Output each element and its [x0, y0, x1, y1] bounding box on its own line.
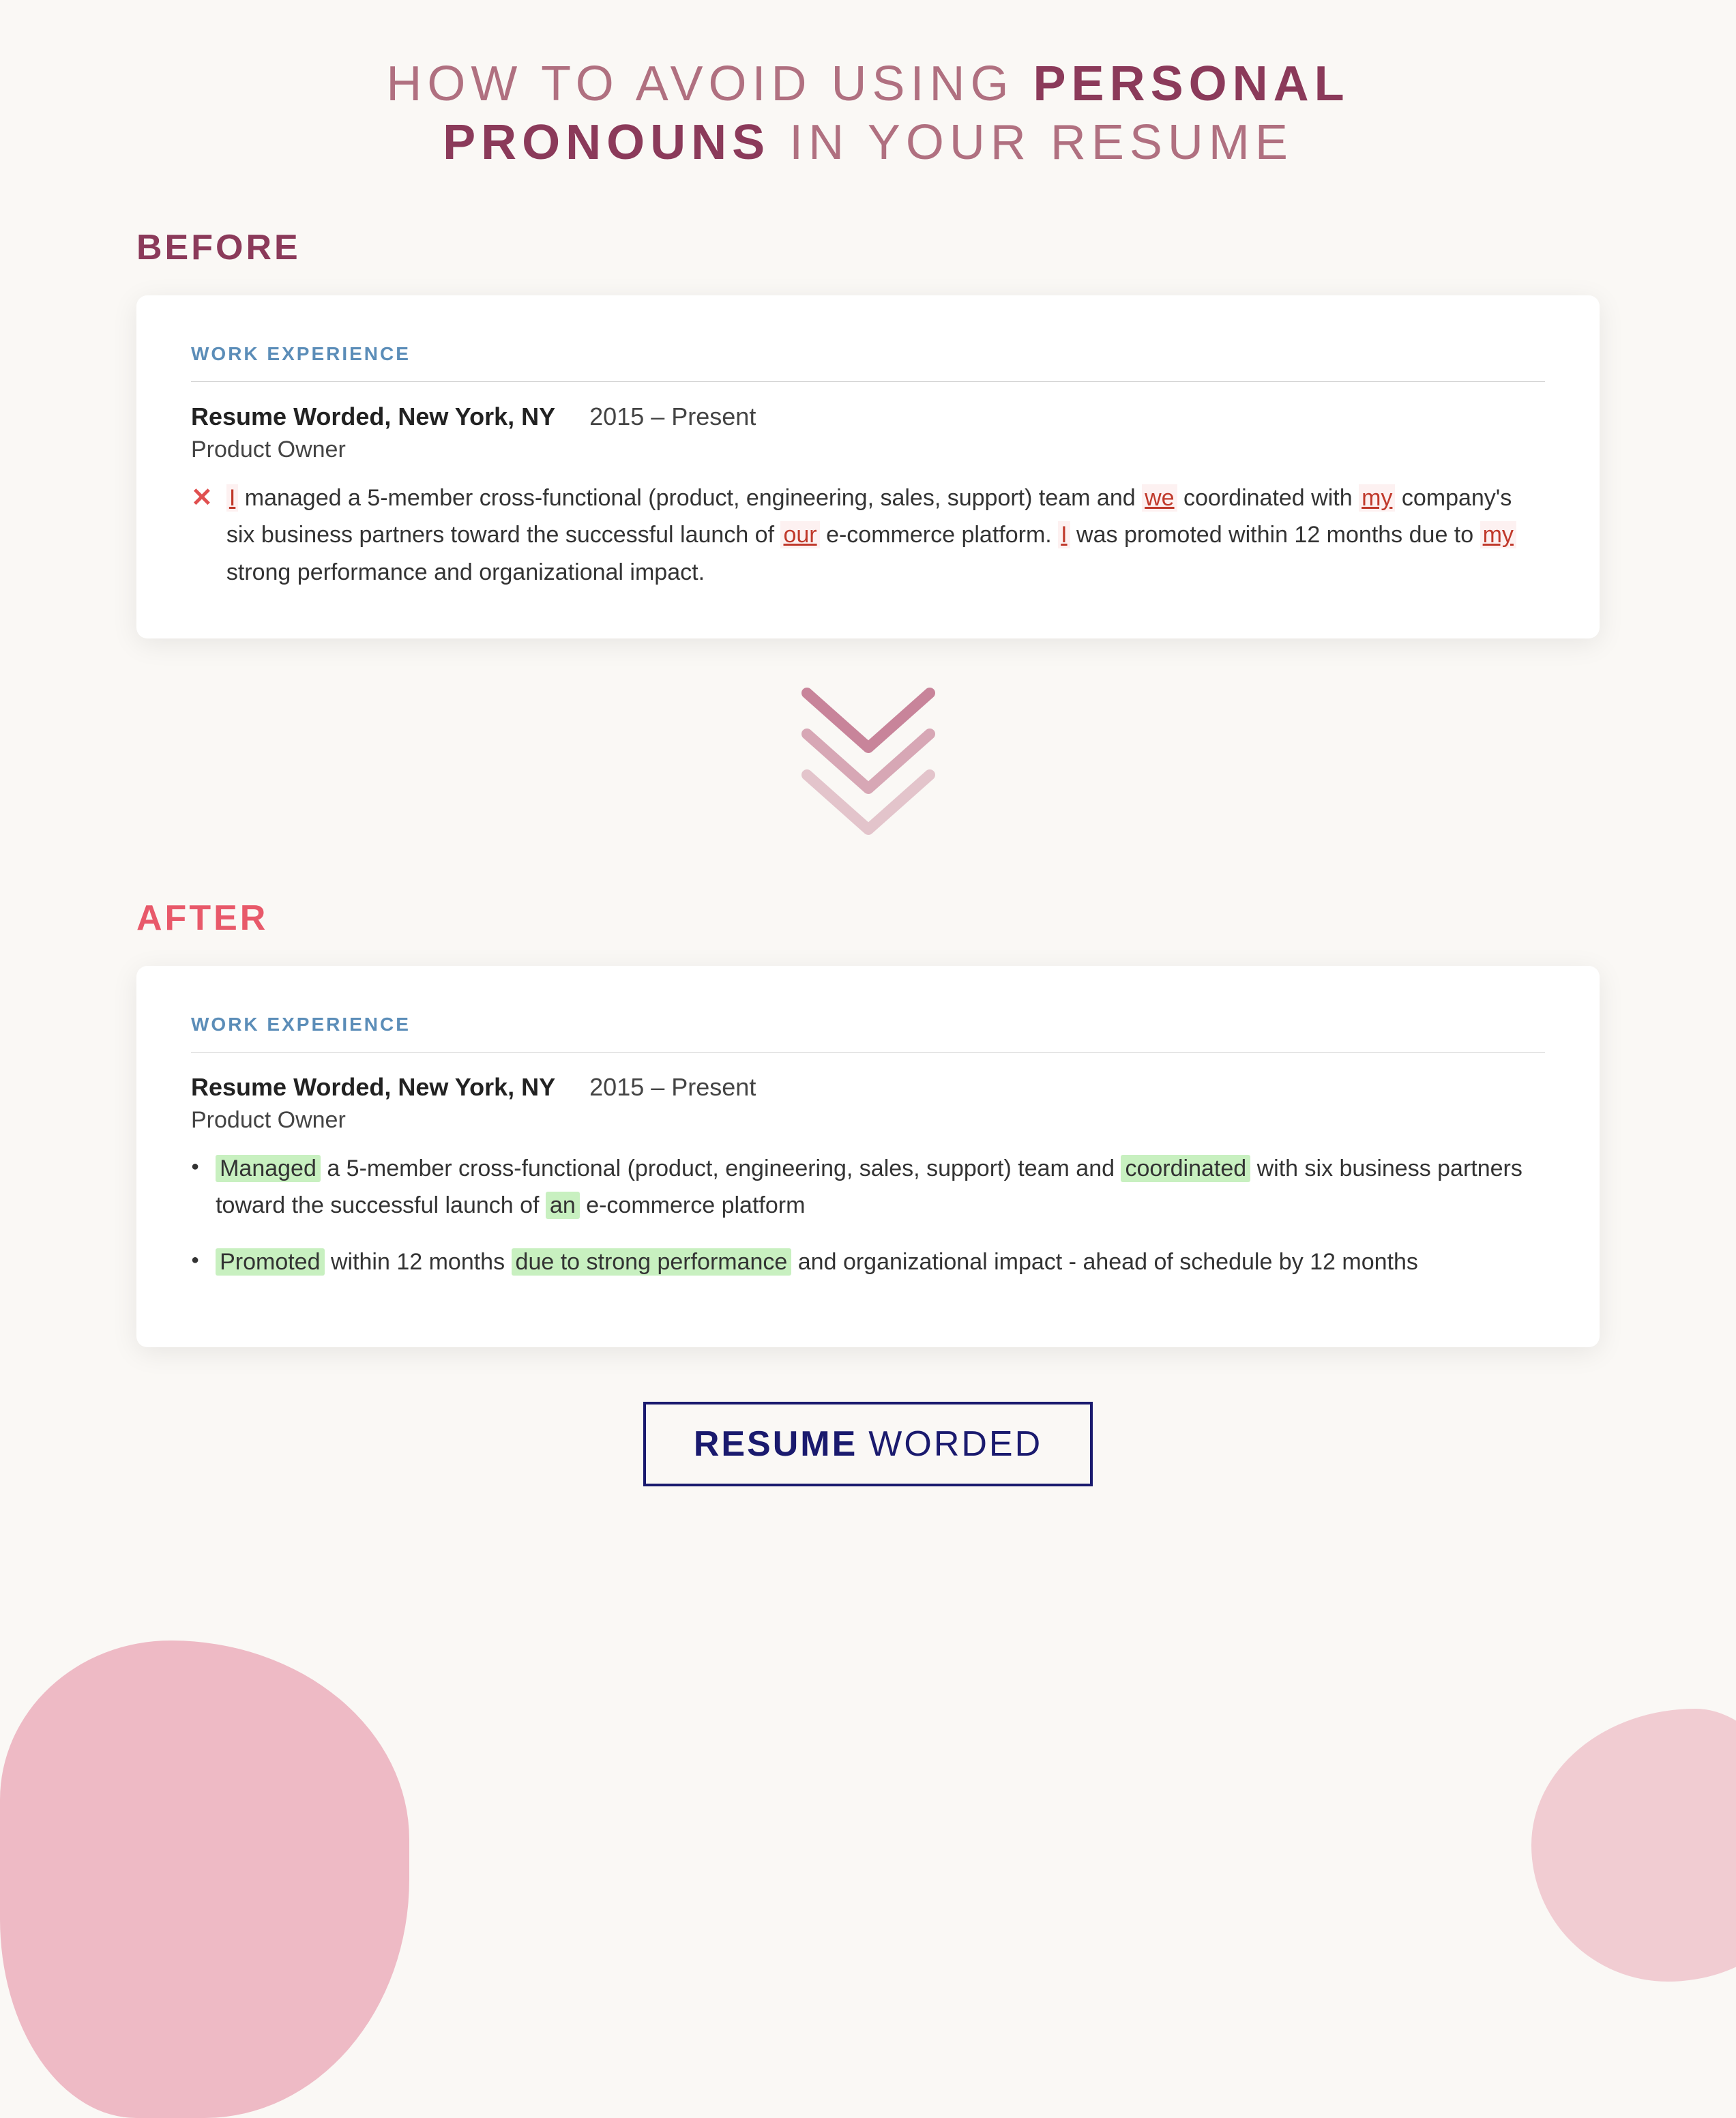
- page-wrapper: HOW TO AVOID USING PERSONAL PRONOUNS IN …: [0, 0, 1736, 2118]
- after-bullet-1: Managed a 5-member cross-functional (pro…: [191, 1150, 1545, 1224]
- main-content: HOW TO AVOID USING PERSONAL PRONOUNS IN …: [136, 55, 1600, 1486]
- before-label: BEFORE: [136, 227, 1600, 268]
- pronoun-we: we: [1142, 484, 1177, 512]
- decorative-blob-right: [1531, 1709, 1736, 1982]
- before-bullet-row: ✕ I managed a 5-member cross-functional …: [191, 480, 1545, 591]
- bottom-logo-container: RESUME WORDED: [136, 1402, 1600, 1486]
- after-job-header: Resume Worded, New York, NY 2015 – Prese…: [191, 1073, 1545, 1102]
- chevron-arrows: [136, 679, 1600, 857]
- title-line1: HOW TO AVOID USING PERSONAL: [386, 57, 1349, 111]
- title-regular-2: IN YOUR RESUME: [770, 115, 1293, 170]
- title-regular-1: HOW TO AVOID USING: [386, 57, 1033, 111]
- before-dates: 2015 – Present: [589, 402, 756, 431]
- logo-worded-text: WORDED: [868, 1424, 1042, 1465]
- after-bullet-1-text: Managed a 5-member cross-functional (pro…: [216, 1150, 1545, 1224]
- title-bold-2: PRONOUNS: [443, 115, 770, 170]
- before-card: WORK EXPERIENCE Resume Worded, New York,…: [136, 295, 1600, 638]
- after-card: WORK EXPERIENCE Resume Worded, New York,…: [136, 966, 1600, 1347]
- after-dates: 2015 – Present: [589, 1073, 756, 1102]
- before-work-exp-label: WORK EXPERIENCE: [191, 343, 1545, 365]
- before-job-title: Product Owner: [191, 437, 1545, 463]
- title-bold-1: PERSONAL: [1033, 57, 1350, 111]
- pronoun-our: our: [780, 521, 819, 548]
- after-company: Resume Worded, New York, NY: [191, 1073, 555, 1102]
- before-bullet-text: I managed a 5-member cross-functional (p…: [226, 480, 1545, 591]
- logo-resume-text: RESUME: [694, 1424, 857, 1465]
- before-job-header: Resume Worded, New York, NY 2015 – Prese…: [191, 402, 1545, 431]
- after-bullet-list: Managed a 5-member cross-functional (pro…: [191, 1150, 1545, 1280]
- highlight-an: an: [546, 1192, 580, 1219]
- after-bullet-2-text: Promoted within 12 months due to strong …: [216, 1244, 1418, 1280]
- before-divider: [191, 381, 1545, 382]
- pronoun-my-2: my: [1480, 521, 1516, 548]
- after-bullet-2: Promoted within 12 months due to strong …: [191, 1244, 1545, 1280]
- pronoun-my-1: my: [1359, 484, 1395, 512]
- main-title: HOW TO AVOID USING PERSONAL PRONOUNS IN …: [136, 55, 1600, 173]
- after-work-exp-label: WORK EXPERIENCE: [191, 1014, 1545, 1035]
- before-company: Resume Worded, New York, NY: [191, 402, 555, 431]
- pronoun-I-1: I: [226, 484, 238, 512]
- title-line2: PRONOUNS IN YOUR RESUME: [443, 115, 1293, 170]
- logo-box: RESUME WORDED: [643, 1402, 1093, 1486]
- after-label: AFTER: [136, 898, 1600, 939]
- highlight-managed: Managed: [216, 1155, 321, 1182]
- red-x-icon: ✕: [191, 482, 213, 513]
- chevron-svg: [793, 679, 943, 857]
- after-job-title: Product Owner: [191, 1107, 1545, 1134]
- after-divider: [191, 1052, 1545, 1053]
- highlight-promoted: Promoted: [216, 1248, 324, 1276]
- decorative-blob-left: [0, 1641, 409, 2118]
- highlight-coordinated: coordinated: [1121, 1155, 1250, 1182]
- pronoun-I-2: I: [1058, 521, 1070, 548]
- highlight-due-to: due to strong performance: [512, 1248, 792, 1276]
